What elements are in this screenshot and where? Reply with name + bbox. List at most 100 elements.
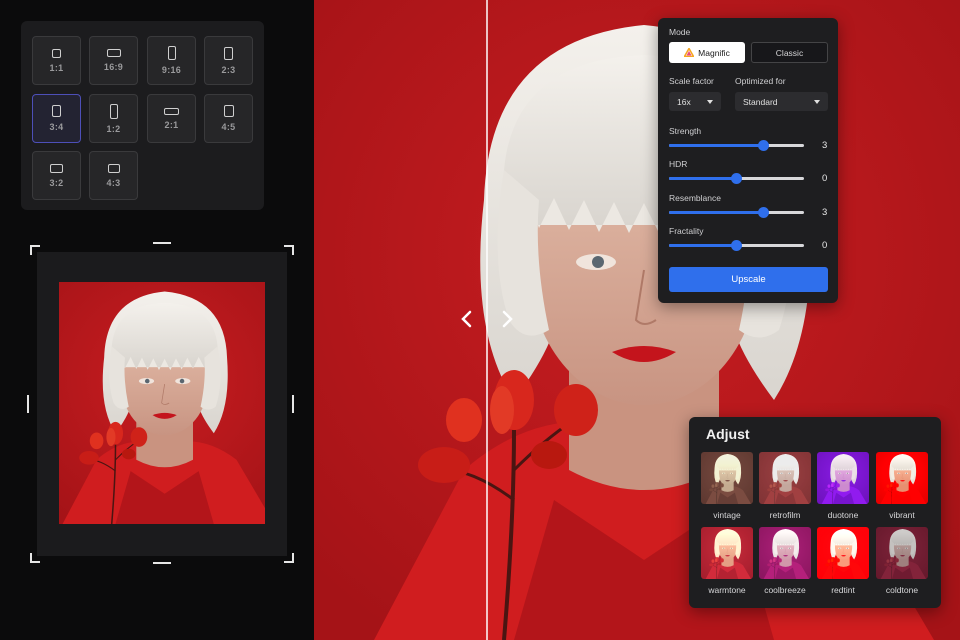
portrait-ratio-icon [224, 46, 233, 60]
slider-label-resemblance: Resemblance [669, 193, 721, 203]
fractality-slider[interactable] [669, 240, 804, 251]
filter-label: vintage [713, 510, 741, 520]
ratio-button-4-5[interactable]: 4:5 [204, 94, 253, 143]
slider-thumb[interactable] [731, 240, 742, 251]
filter-label: duotone [827, 510, 859, 520]
ratio-button-3-4[interactable]: 3:4 [32, 94, 81, 143]
filter-thumbnail [876, 452, 928, 504]
filter-retrofilm[interactable]: retrofilm [759, 452, 811, 520]
scale-factor-label: Scale factor [669, 76, 714, 86]
crop-handle-bottom[interactable] [153, 562, 171, 564]
crop-handle-top-left[interactable] [30, 245, 40, 255]
filter-thumbnail [701, 527, 753, 579]
ratio-button-3-2[interactable]: 3:2 [32, 151, 81, 200]
optimized-for-select[interactable]: Standard [735, 92, 828, 111]
filter-coolbreeze[interactable]: coolbreeze [759, 527, 811, 595]
crop-preview-image [59, 282, 265, 524]
ratio-button-9-16[interactable]: 9:16 [147, 36, 196, 85]
slider-label-strength: Strength [669, 126, 702, 136]
portrait-ratio-icon [167, 46, 176, 60]
upscale-button[interactable]: Upscale [669, 267, 828, 292]
hdr-slider[interactable] [669, 173, 804, 184]
filter-label: coolbreeze [764, 585, 806, 595]
slider-fill [669, 244, 737, 247]
adjust-panel: Adjust vintage retrofilm duotone vibrant… [689, 417, 941, 608]
filter-warmtone[interactable]: warmtone [701, 527, 753, 595]
ratio-button-2-1[interactable]: 2:1 [147, 94, 196, 143]
slider-fill [669, 144, 764, 147]
filter-vibrant[interactable]: vibrant [876, 452, 928, 520]
portrait-thumbnail [59, 282, 265, 524]
mode-classic-label: Classic [775, 47, 804, 58]
slider-label-fractality: Fractality [669, 226, 704, 236]
portrait-ratio-icon [52, 105, 61, 117]
landscape-ratio-icon [164, 107, 179, 115]
slider-label-hdr: HDR [669, 159, 688, 169]
strength-slider[interactable] [669, 140, 804, 151]
ratio-label: 2:3 [221, 64, 236, 75]
crop-handle-left[interactable] [27, 395, 29, 413]
crop-handle-bottom-right[interactable] [284, 553, 294, 563]
resemblance-slider[interactable] [669, 207, 804, 218]
slider-fill [669, 211, 764, 214]
ratio-label: 4:3 [106, 177, 121, 188]
ratio-button-1-1[interactable]: 1:1 [32, 36, 81, 85]
magnific-logo-icon [684, 48, 695, 57]
slider-thumb[interactable] [731, 173, 742, 184]
ratio-button-2-3[interactable]: 2:3 [204, 36, 253, 85]
landscape-ratio-icon [50, 163, 63, 173]
filter-redtint[interactable]: redtint [817, 527, 869, 595]
ratio-label: 1:1 [49, 62, 64, 73]
caret-down-icon [814, 99, 820, 104]
left-sidebar: 1:1 16:9 9:16 2:3 3:4 1:2 2:1 4:5 3:2 4:… [0, 0, 314, 640]
portrait-ratio-icon [109, 103, 118, 119]
scale-factor-select[interactable]: 16x [669, 92, 721, 111]
ratio-label: 2:1 [164, 119, 179, 130]
landscape-ratio-icon [106, 49, 121, 57]
adjust-title: Adjust [706, 426, 750, 442]
slider-thumb[interactable] [758, 140, 769, 151]
mode-classic-button[interactable]: Classic [751, 42, 828, 63]
filter-label: retrofilm [769, 510, 801, 520]
compare-slider-handle[interactable] [460, 306, 514, 332]
filter-thumbnail [876, 527, 928, 579]
crop-handle-top[interactable] [153, 242, 171, 244]
filter-thumbnail [817, 527, 869, 579]
aspect-ratio-panel: 1:1 16:9 9:16 2:3 3:4 1:2 2:1 4:5 3:2 4:… [21, 21, 264, 210]
square-ratio-icon [52, 48, 61, 58]
slider-value-resemblance: 3 [822, 207, 828, 218]
slider-value-hdr: 0 [822, 173, 828, 184]
filter-thumbnail [759, 527, 811, 579]
slider-fill [669, 177, 737, 180]
slider-thumb[interactable] [758, 207, 769, 218]
filter-label: vibrant [889, 510, 915, 520]
chevron-left-icon [461, 310, 472, 328]
ratio-label: 9:16 [161, 65, 182, 75]
crop-preview[interactable] [27, 242, 294, 564]
ratio-button-1-2[interactable]: 1:2 [89, 94, 138, 143]
crop-handle-right[interactable] [292, 395, 294, 413]
filter-coldtone[interactable]: coldtone [876, 527, 928, 595]
landscape-ratio-icon [107, 163, 120, 173]
filter-duotone[interactable]: duotone [817, 452, 869, 520]
optimized-for-value: Standard [743, 96, 778, 107]
ratio-button-4-3[interactable]: 4:3 [89, 151, 138, 200]
filter-label: redtint [831, 585, 855, 595]
ratio-label: 16:9 [103, 62, 124, 72]
ratio-label: 3:2 [49, 177, 64, 188]
mode-magnific-button[interactable]: Magnific [669, 42, 745, 63]
ratio-label: 3:4 [49, 122, 64, 132]
portrait-ratio-icon [223, 105, 234, 117]
filter-vintage[interactable]: vintage [701, 452, 753, 520]
crop-handle-bottom-left[interactable] [30, 553, 40, 563]
caret-down-icon [707, 99, 713, 104]
ratio-button-16-9[interactable]: 16:9 [89, 36, 138, 85]
ratio-label: 4:5 [221, 122, 236, 132]
filter-thumbnail [759, 452, 811, 504]
optimized-for-label: Optimized for [735, 76, 786, 86]
filter-thumbnail [817, 452, 869, 504]
mode-label: Mode [669, 27, 691, 37]
ratio-label: 1:2 [106, 123, 121, 134]
mode-magnific-label: Magnific [698, 47, 730, 58]
crop-handle-top-right[interactable] [284, 245, 294, 255]
